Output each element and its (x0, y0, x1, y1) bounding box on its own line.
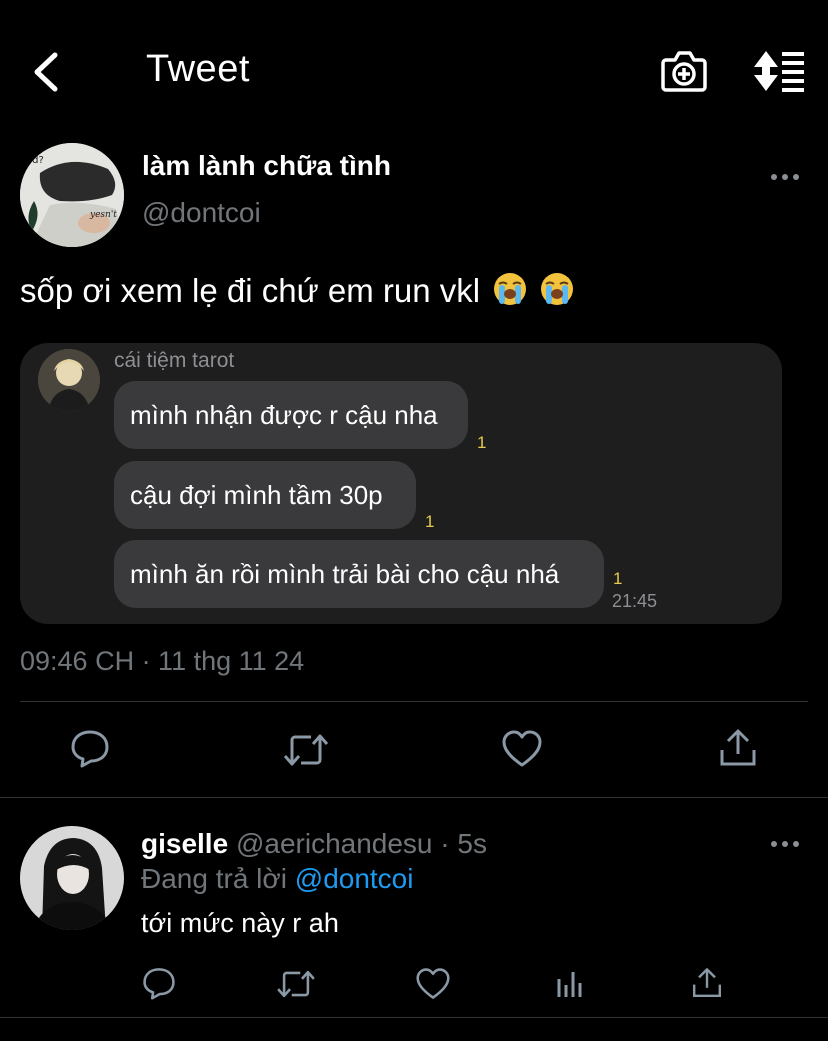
loudly-crying-face-icon (541, 273, 574, 305)
more-dot-icon (793, 841, 799, 847)
analytics-icon (557, 972, 582, 997)
camera-button[interactable] (660, 48, 708, 94)
author-avatar-image: od? yesn't (20, 143, 124, 247)
sort-list-icon (754, 51, 804, 92)
more-dot-icon (782, 174, 788, 180)
more-dot-icon (782, 841, 788, 847)
read-count: 1 (477, 433, 487, 452)
share-button[interactable] (716, 726, 760, 770)
back-button[interactable] (26, 50, 66, 94)
more-dot-icon (793, 174, 799, 180)
author-handle[interactable]: @dontcoi (142, 197, 261, 229)
page-title: Tweet (146, 48, 250, 90)
chat-time: 21:45 (612, 591, 658, 611)
reply-share-button[interactable] (689, 965, 725, 1001)
more-options-button[interactable] (767, 169, 803, 185)
retweet-button[interactable] (282, 728, 330, 772)
reply-icon (71, 730, 109, 768)
like-button[interactable] (499, 727, 545, 771)
tweet-timestamp: 09:46 CH · 11 thg 11 24 (20, 646, 305, 676)
read-count: 1 (425, 512, 435, 531)
share-icon (693, 968, 721, 997)
chat-avatar (38, 349, 100, 411)
replying-prefix: Đang trả lời (141, 863, 287, 894)
more-dot-icon (771, 174, 777, 180)
chat-bubble: cậu đợi mình tầm 30p (114, 461, 416, 529)
retweet-icon (277, 970, 315, 998)
reply-retweet-button[interactable] (275, 966, 317, 1002)
avatar-text-2: yesn't (89, 210, 117, 220)
chevron-left-icon (34, 52, 58, 92)
reply-text: tới mức này r ah (141, 908, 339, 938)
tweet-detail-screen: Tweet od? yesn't làm lành chữa tình @don… (0, 0, 828, 1041)
avatar-text-1: od? (26, 155, 44, 166)
heart-icon (416, 968, 450, 999)
camera-plus-icon (661, 51, 707, 92)
divider (0, 797, 828, 798)
replying-to: Đang trả lời @dontcoi (141, 863, 413, 895)
reply-more-options-button[interactable] (767, 836, 803, 852)
tweet-text: sốp ơi xem lẹ đi chứ em run vkl (20, 272, 574, 310)
read-count: 1 (613, 569, 623, 588)
divider (0, 1017, 828, 1018)
reply-analytics-button[interactable] (553, 967, 587, 1001)
chat-contact-name: cái tiệm tarot (114, 349, 235, 372)
reply-like-button[interactable] (414, 966, 452, 1002)
author-avatar[interactable]: od? yesn't (20, 143, 124, 247)
chat-bubble: mình ăn rồi mình trải bài cho cậu nhá (114, 540, 604, 608)
divider (20, 701, 808, 702)
reply-button[interactable] (68, 726, 112, 770)
top-bar: Tweet (0, 0, 828, 140)
sort-button[interactable] (752, 50, 806, 92)
reply-author-avatar[interactable] (20, 826, 124, 930)
reply-icon (143, 968, 175, 1000)
heart-icon (502, 730, 542, 767)
reply-meta: @aerichandesu · 5s (235, 828, 487, 859)
author-name[interactable]: làm lành chữa tình (142, 150, 391, 182)
chat-bubble: mình nhận được r cậu nha (114, 381, 468, 449)
replying-mention-link[interactable]: @dontcoi (295, 863, 414, 894)
loudly-crying-face-icon (494, 273, 527, 305)
tweet-body: sốp ơi xem lẹ đi chứ em run vkl (20, 272, 481, 309)
reply-author-name[interactable]: giselle (141, 828, 228, 859)
share-icon (720, 729, 756, 766)
more-dot-icon (771, 841, 777, 847)
reply-reply-button[interactable] (140, 965, 178, 1001)
retweet-icon (283, 734, 329, 766)
reply-header: giselle @aerichandesu · 5s (141, 828, 487, 860)
reply-avatar-image (20, 826, 124, 930)
tweet-image[interactable]: cái tiệm tarot mình nhận được r cậu nha … (20, 343, 782, 624)
